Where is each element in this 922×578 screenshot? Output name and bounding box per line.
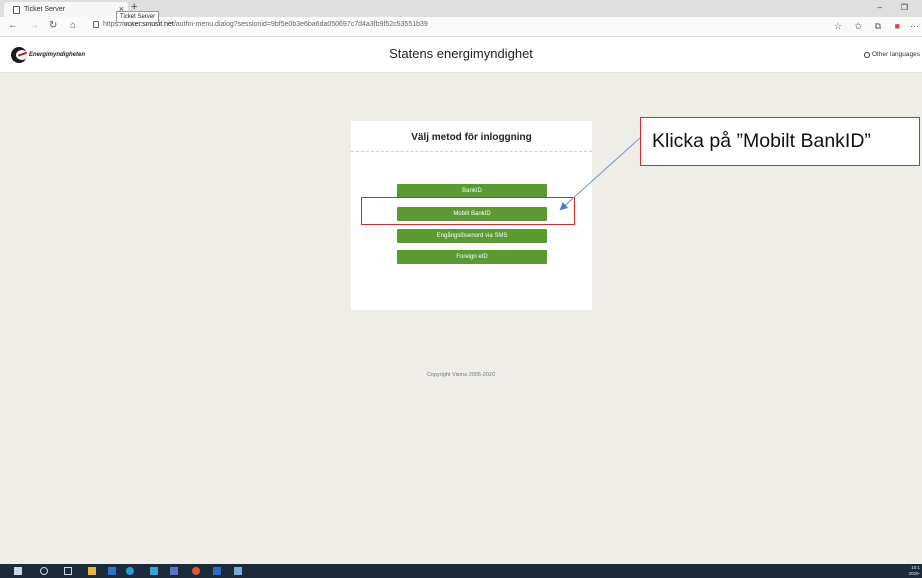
tab-tooltip: Ticket Server <box>116 11 160 23</box>
arrow-icon <box>559 137 641 211</box>
